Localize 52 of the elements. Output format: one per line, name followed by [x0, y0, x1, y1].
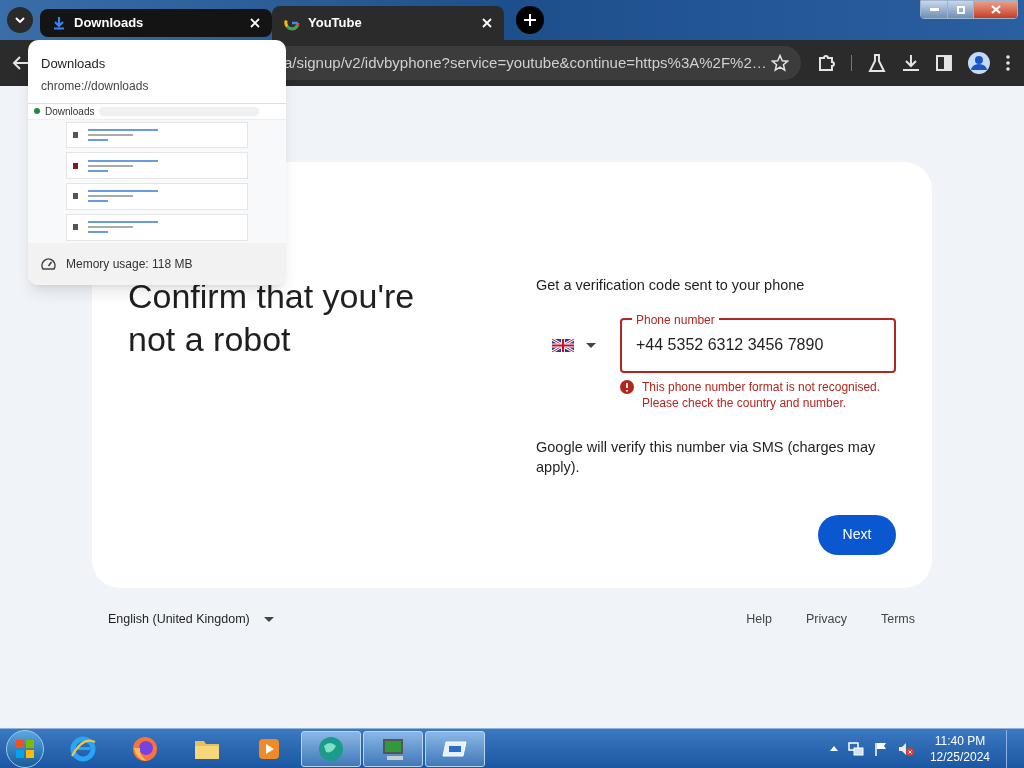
browser-tab[interactable]: Downloads [40, 9, 272, 37]
caret-icon [263, 616, 274, 622]
next-button[interactable]: Next [818, 514, 896, 555]
page-heading: Confirm that you're not a robot [128, 276, 416, 360]
close-button[interactable] [973, 1, 1017, 18]
restore-button[interactable] [947, 1, 973, 18]
hover-card-url: chrome://downloads [41, 77, 150, 95]
prompt-text: Get a verification code sent to your phone [536, 276, 806, 295]
caret-icon [586, 342, 596, 348]
back-arrow-icon[interactable] [12, 55, 30, 71]
close-icon[interactable] [250, 18, 260, 28]
plus-icon [524, 14, 536, 26]
tab-search-button[interactable] [7, 7, 33, 33]
flag-icon [552, 338, 574, 352]
puzzle-icon[interactable] [817, 54, 836, 72]
taskbar-button[interactable] [425, 730, 485, 767]
preview-title: Downloads [45, 104, 95, 119]
clock[interactable]: 11:40 PM 12/25/2024 [923, 732, 996, 765]
memory-usage: Memory usage: 118 MB [66, 255, 193, 273]
network-icon[interactable] [847, 741, 864, 756]
close-icon [990, 5, 1001, 14]
start-button[interactable] [6, 729, 44, 768]
footer-link[interactable]: Privacy [805, 610, 848, 629]
flag-icon[interactable] [873, 741, 888, 756]
caret-up-icon[interactable] [829, 746, 838, 751]
footer-link[interactable]: Help [745, 610, 773, 629]
download-icon [52, 16, 66, 30]
close-icon[interactable] [482, 18, 492, 28]
flask-icon[interactable] [868, 54, 887, 72]
gauge-icon [41, 257, 56, 271]
windows-logo-icon [16, 739, 34, 758]
menu-icon[interactable] [1006, 55, 1010, 71]
field-value: +44 5352 6312 3456 7890 [636, 335, 824, 356]
star-icon[interactable] [771, 54, 790, 72]
chevron-down-icon [15, 17, 25, 23]
url-text: a/signup/v2/idvbyphone?service=youtube&continue=https%3A%2F%2… [283, 52, 768, 73]
muted-speaker-icon[interactable] [897, 741, 914, 756]
language-selector[interactable]: English (United Kingdom) [108, 610, 274, 629]
sms-note: Google will verify this number via SMS (charges may apply). [536, 437, 877, 477]
browser-tab[interactable]: YouTube [272, 6, 504, 40]
taskbar-button[interactable] [363, 730, 423, 767]
tab-title: Downloads [74, 14, 145, 33]
error-message: This phone number format is not recognised. Please check the country and number. [642, 378, 882, 411]
minimize-button[interactable] [921, 1, 947, 18]
taskbar-button[interactable] [301, 730, 361, 767]
error-icon [620, 379, 634, 394]
tab-title: YouTube [308, 14, 363, 33]
download-icon[interactable] [902, 54, 921, 72]
new-tab-button[interactable] [516, 6, 544, 34]
side-panel-icon[interactable] [936, 55, 953, 71]
footer-link[interactable]: Terms [879, 610, 916, 629]
profile-icon[interactable] [968, 52, 990, 74]
